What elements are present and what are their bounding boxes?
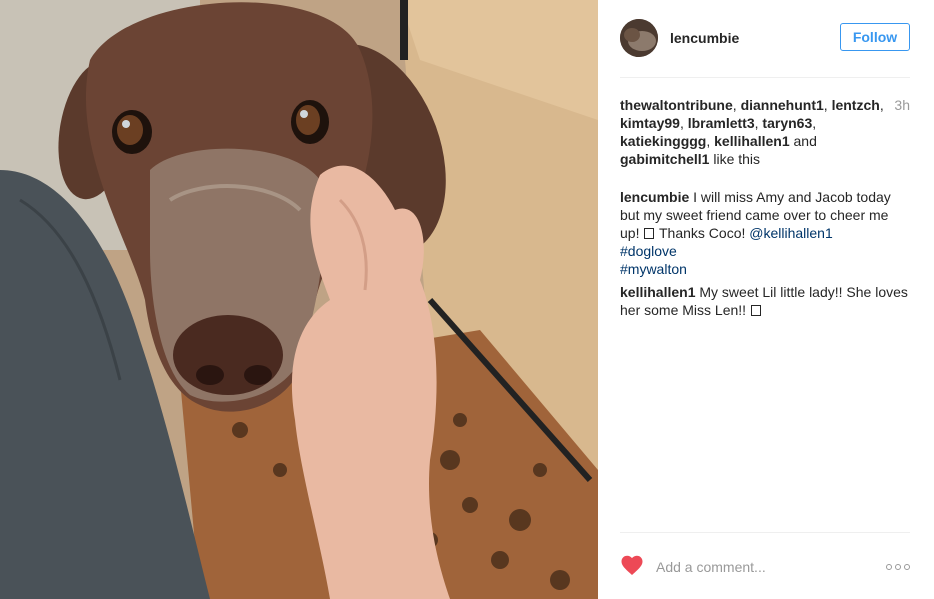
caption-username[interactable]: lencumbie [620,189,689,205]
likes-summary: thewaltontribune, diannehunt1, lentzch, … [620,96,910,167]
like-user[interactable]: taryn63 [762,115,812,131]
username[interactable]: lencumbie [670,30,739,46]
post-sidebar: lencumbie Follow thewaltontribune, diann… [598,0,934,599]
hashtag-link[interactable]: #mywalton [620,261,687,277]
like-user[interactable]: diannehunt1 [741,97,824,113]
add-comment-input[interactable] [656,559,886,575]
likes-suffix: like this [713,151,761,167]
avatar-image [620,19,658,57]
dot [895,564,901,570]
divider [620,77,910,78]
mention-link[interactable]: @kellihallen1 [749,225,832,241]
comments-section: thewaltontribune, diannehunt1, lentzch, … [620,96,910,319]
emoji-placeholder-icon [644,228,655,239]
divider [620,532,910,533]
emoji-placeholder-icon [750,305,761,316]
post-header: lencumbie Follow [620,16,910,60]
likes-connector: and [793,133,817,149]
like-user[interactable]: gabimitchell1 [620,151,709,167]
instagram-post: lencumbie Follow thewaltontribune, diann… [0,0,934,599]
post-footer [620,552,910,582]
dog-photo-illustration [0,0,598,599]
dot [886,564,892,570]
comment-username[interactable]: kellihallen1 [620,284,695,300]
follow-button[interactable]: Follow [840,23,910,51]
like-user[interactable]: thewaltontribune [620,97,733,113]
heart-icon[interactable] [620,554,644,581]
like-user[interactable]: katiekingggg [620,133,706,149]
like-user[interactable]: lbramlett3 [688,115,755,131]
avatar[interactable] [620,19,658,57]
like-user[interactable]: kimtay99 [620,115,680,131]
like-user[interactable]: lentzch [832,97,880,113]
hashtag-link[interactable]: #doglove [620,243,677,259]
post-photo[interactable] [0,0,598,599]
post-timestamp[interactable]: 3h [894,96,910,114]
caption-text-2: Thanks Coco! [659,225,746,241]
comment-item: kellihallen1 My sweet Lil little lady!! … [620,283,910,319]
dot [904,564,910,570]
post-caption: lencumbie I will miss Amy and Jacob toda… [620,188,910,278]
more-options-icon[interactable] [886,564,910,570]
like-user[interactable]: kellihallen1 [714,133,789,149]
